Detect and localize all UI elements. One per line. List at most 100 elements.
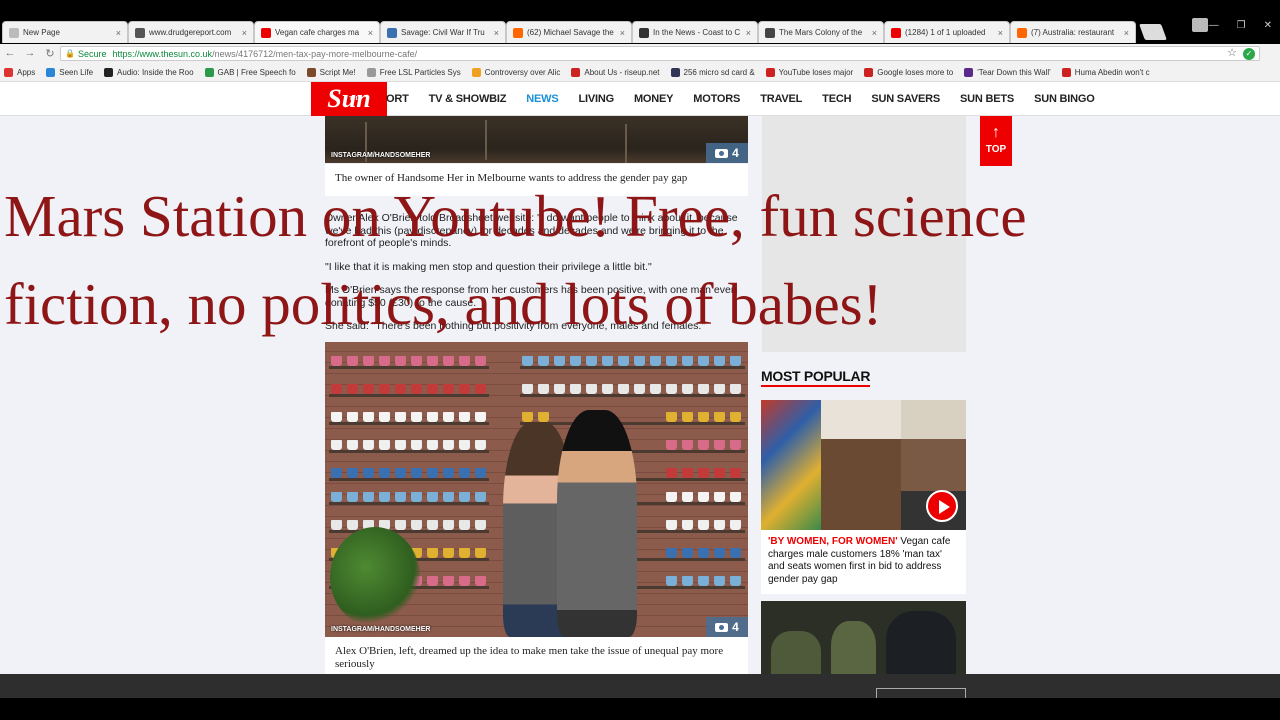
maximize-icon[interactable]: ❐ [1237, 20, 1246, 31]
browser-tab[interactable]: Vegan cafe charges ma × [254, 21, 380, 43]
bookmark-item[interactable]: Seen Life [46, 67, 93, 77]
most-popular-thumbnail-1[interactable] [761, 400, 966, 530]
forward-icon[interactable]: → [20, 47, 40, 59]
bookmark-label: YouTube loses major [778, 67, 854, 77]
sun-logo[interactable]: THE Sun [311, 82, 387, 116]
bookmark-favicon-icon [306, 67, 316, 77]
mug [714, 468, 725, 478]
browser-tab[interactable]: www.drudgereport.com × [128, 21, 254, 43]
tab-close-icon[interactable]: × [872, 28, 877, 38]
mug [730, 548, 741, 558]
browser-tab[interactable]: The Mars Colony of the × [758, 21, 884, 43]
browser-tab[interactable]: In the News - Coast to C × [632, 21, 758, 43]
bookmark-item[interactable]: Free LSL Particles Sys [366, 67, 461, 77]
back-icon[interactable]: ← [0, 47, 20, 59]
tab-close-icon[interactable]: × [242, 28, 247, 38]
gallery-count: 4 [732, 620, 739, 634]
bookmark-item[interactable]: Script Me! [306, 67, 356, 77]
bookmark-item[interactable]: 256 micro sd card & [670, 67, 755, 77]
nav-item[interactable]: NEWS [526, 93, 558, 105]
reload-icon[interactable]: ↻ [40, 47, 60, 60]
person-right [557, 410, 637, 637]
mug [698, 520, 709, 530]
minimize-icon[interactable]: — [1209, 20, 1219, 31]
mug [666, 356, 677, 366]
mug [730, 384, 741, 394]
shelf [329, 450, 489, 453]
bookmark-item[interactable]: Google loses more to [864, 67, 953, 77]
tab-close-icon[interactable]: × [746, 28, 751, 38]
tab-title: (7) Australia: restaurant [1031, 28, 1115, 37]
extension-icon[interactable]: ✓ [1243, 48, 1255, 60]
mug [666, 520, 677, 530]
nav-item[interactable]: TV & SHOWBIZ [429, 93, 507, 105]
browser-tab[interactable]: (62) Michael Savage the × [506, 21, 632, 43]
profile-icon[interactable] [1192, 18, 1208, 32]
bookmark-label: Controversy over Alic [484, 67, 561, 77]
nav-item[interactable]: SUN BETS [960, 93, 1014, 105]
mug [331, 520, 342, 530]
mug [363, 412, 374, 422]
nav-item[interactable]: MOTORS [693, 93, 740, 105]
play-video-icon[interactable] [926, 490, 958, 522]
tab-close-icon[interactable]: × [368, 28, 373, 38]
most-popular-item-1[interactable]: 'BY WOMEN, FOR WOMEN' Vegan cafe charges… [761, 530, 966, 594]
browser-tab[interactable]: Savage: Civil War If Tru × [380, 21, 506, 43]
bookmark-item[interactable]: 'Tear Down this Wall' [964, 67, 1051, 77]
bookmark-item[interactable]: YouTube loses major [765, 67, 854, 77]
article-photo-1[interactable]: INSTAGRAM/HANDSOMEHER 4 [325, 116, 748, 163]
nav-item[interactable]: TECH [822, 93, 851, 105]
tab-close-icon[interactable]: × [494, 28, 499, 38]
bookmark-item[interactable]: About Us - riseup.net [571, 67, 660, 77]
article-photo-2[interactable]: INSTAGRAM/HANDSOMEHER 4 [325, 342, 748, 637]
mug [347, 492, 358, 502]
mug [714, 440, 725, 450]
tab-title: In the News - Coast to C [653, 28, 741, 37]
mug [714, 412, 725, 422]
bookmark-favicon-icon [104, 67, 114, 77]
nav-item[interactable]: LIVING [578, 93, 614, 105]
shelf [329, 502, 489, 505]
mug [698, 492, 709, 502]
gallery-count-button[interactable]: 4 [706, 617, 748, 637]
browser-tab[interactable]: (1284) 1 of 1 uploaded × [884, 21, 1010, 43]
bookmark-item[interactable]: Controversy over Alic [471, 67, 561, 77]
bookmark-star-icon[interactable]: ☆ [1227, 46, 1237, 59]
tab-close-icon[interactable]: × [1124, 28, 1129, 38]
back-to-top-button[interactable]: ↑ TOP [980, 116, 1012, 166]
mug [698, 548, 709, 558]
nav-item[interactable]: TRAVEL [760, 93, 802, 105]
bookmark-item[interactable]: Audio: Inside the Roo [104, 67, 194, 77]
bookmark-label: Huma Abedin won't c [1074, 67, 1150, 77]
browser-tab[interactable]: New Page × [2, 21, 128, 43]
close-window-icon[interactable]: ✕ [1264, 20, 1272, 31]
address-bar[interactable]: 🔒 Secure https://www.thesun.co.uk/news/4… [60, 46, 1260, 61]
mug [427, 520, 438, 530]
logo-small-text: THE [349, 96, 362, 102]
nav-item[interactable]: ORT [386, 93, 409, 105]
banner-button[interactable] [876, 688, 966, 698]
bookmark-item[interactable]: GAB | Free Speech fo [204, 67, 296, 77]
tab-close-icon[interactable]: × [998, 28, 1003, 38]
mug [730, 576, 741, 586]
nav-item[interactable]: SUN BINGO [1034, 93, 1095, 105]
nav-item[interactable]: SUN SAVERS [871, 93, 940, 105]
bookmark-favicon-icon [204, 67, 214, 77]
tab-close-icon[interactable]: × [620, 28, 625, 38]
nav-item[interactable]: MONEY [634, 93, 674, 105]
shelf [520, 422, 745, 425]
bookmark-favicon-icon [765, 67, 775, 77]
most-popular-thumbnail-2[interactable] [761, 601, 966, 674]
mug [618, 384, 629, 394]
bookmark-item[interactable]: Huma Abedin won't c [1061, 67, 1150, 77]
browser-tab[interactable]: (7) Australia: restaurant × [1010, 21, 1136, 43]
mug [714, 384, 725, 394]
mug [411, 520, 422, 530]
site-navigation: THE Sun ORT TV & SHOWBIZ NEWS LIVING MONEY MOT… [0, 82, 1280, 116]
new-tab-button[interactable] [1139, 24, 1167, 40]
gallery-count-button[interactable]: 4 [706, 143, 748, 163]
bookmark-item[interactable]: Apps [4, 67, 35, 77]
photo-caption: Alex O'Brien, left, dreamed up the idea … [325, 637, 748, 674]
tab-title: www.drudgereport.com [149, 28, 232, 37]
tab-close-icon[interactable]: × [116, 28, 121, 38]
